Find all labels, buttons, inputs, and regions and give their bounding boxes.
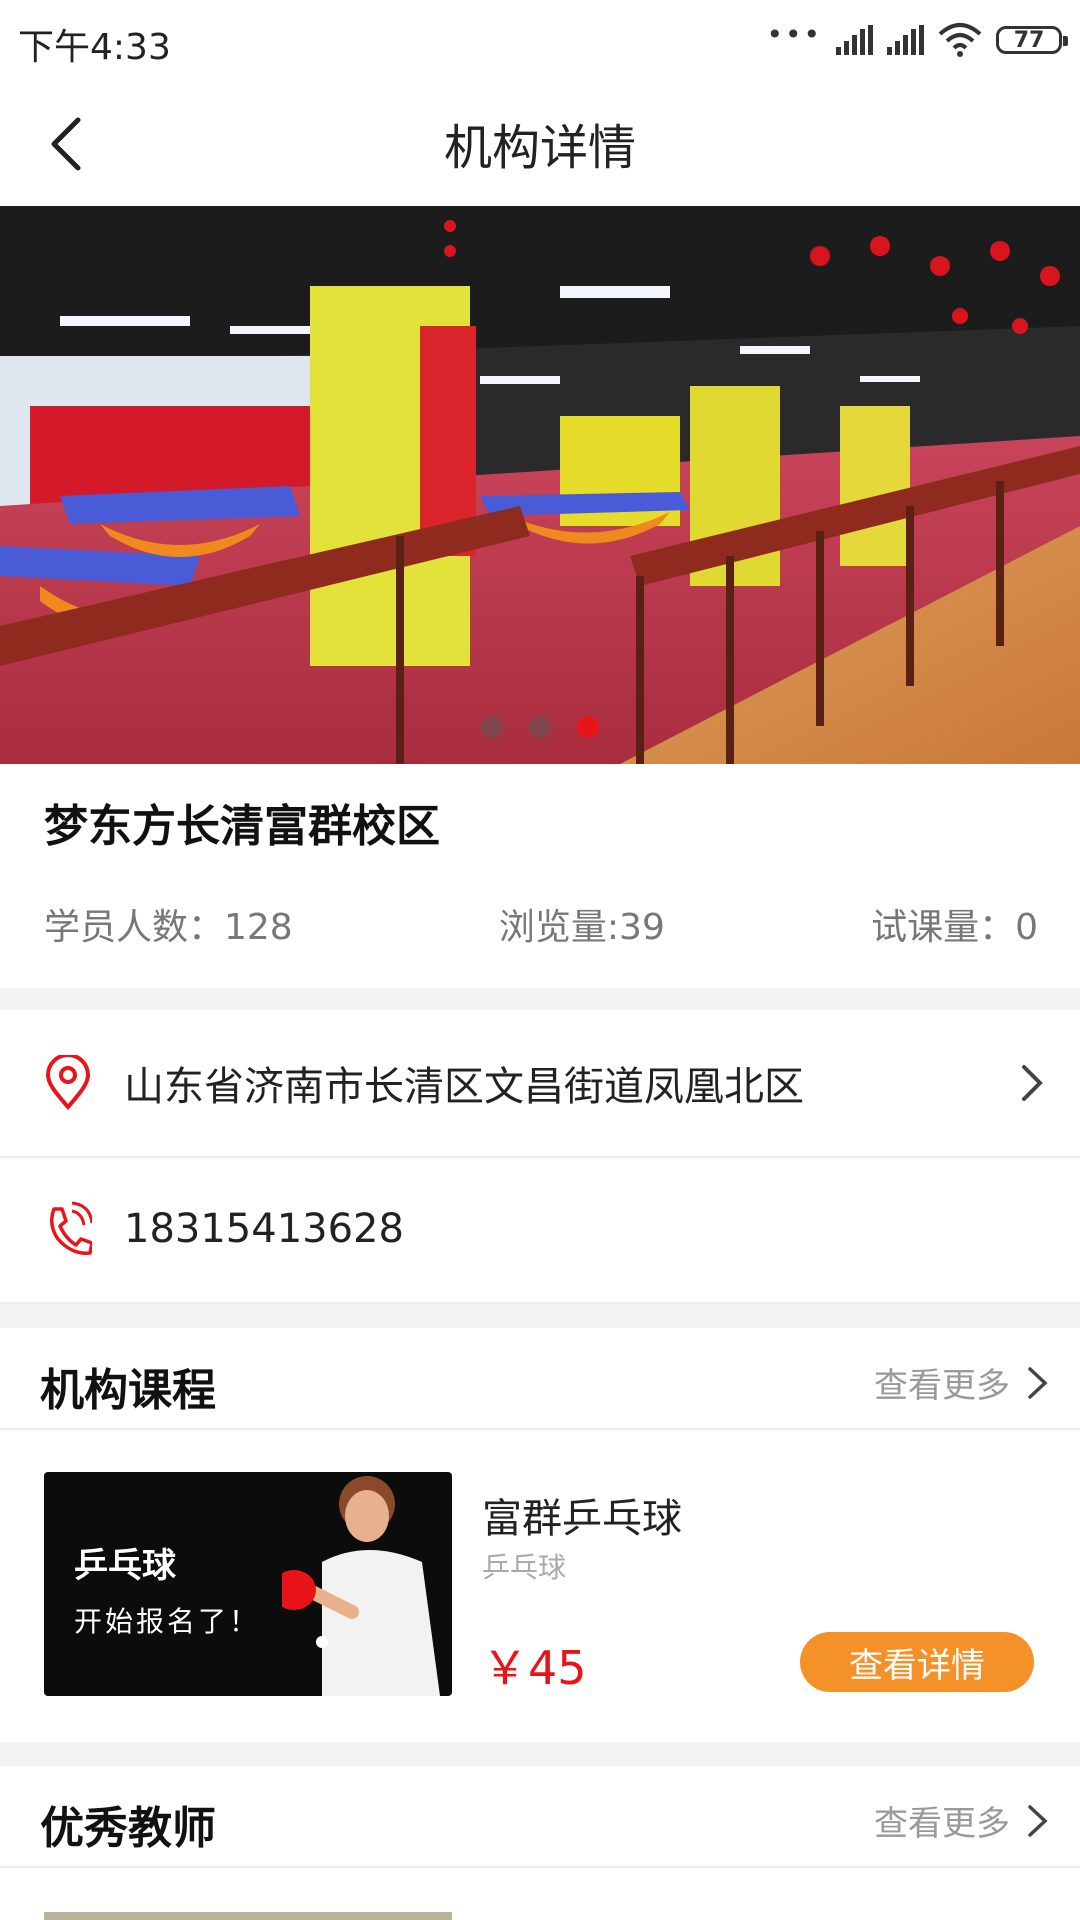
- status-icons: ••• 77: [766, 17, 1068, 62]
- location-pin-icon: [45, 1055, 91, 1111]
- banner-carousel[interactable]: [0, 206, 1080, 764]
- views-count: 浏览量:39: [498, 907, 665, 948]
- signal-icon-2: [887, 25, 924, 55]
- thumbnail-title: 乒乓球: [74, 1546, 176, 1586]
- students-count: 学员人数：128: [44, 907, 293, 948]
- carousel-dot-active[interactable]: [577, 716, 599, 738]
- course-tag: 乒乓球: [482, 1551, 567, 1584]
- teachers-more-link[interactable]: 查看更多: [874, 1796, 1050, 1845]
- chevron-right-icon: [1028, 1804, 1048, 1837]
- battery-icon: 77: [996, 26, 1068, 54]
- section-divider: [0, 988, 1080, 1010]
- address-text: 山东省济南市长清区文昌街道凤凰北区: [124, 1064, 804, 1110]
- courses-section-header: 机构课程 查看更多: [0, 1328, 1080, 1430]
- carousel-dot[interactable]: [529, 716, 551, 738]
- courses-more-label: 查看更多: [874, 1366, 1010, 1406]
- courses-more-link[interactable]: 查看更多: [874, 1358, 1050, 1407]
- chevron-right-icon: [1028, 1366, 1048, 1399]
- more-dots-icon: •••: [766, 17, 822, 51]
- signal-icon: [836, 25, 873, 55]
- player-illustration: [282, 1476, 440, 1696]
- status-time: 下午4:33: [18, 27, 171, 68]
- carousel-dot[interactable]: [481, 716, 503, 738]
- status-bar: 下午4:33 ••• 77: [0, 0, 1080, 80]
- course-name: 富群乒乓球: [482, 1496, 682, 1542]
- view-details-button[interactable]: 查看详情: [800, 1632, 1034, 1692]
- section-divider: [0, 1742, 1080, 1766]
- phone-row[interactable]: 18315413628: [0, 1156, 1080, 1304]
- battery-level: 77: [1013, 27, 1045, 53]
- course-price: ￥45: [482, 1641, 587, 1695]
- phone-icon: [50, 1201, 92, 1255]
- teachers-section-title: 优秀教师: [40, 1803, 216, 1854]
- course-thumbnail: 乒乓球 开始报名了！: [44, 1472, 452, 1696]
- wifi-icon: [938, 23, 982, 57]
- header: 机构详情: [0, 80, 1080, 206]
- institution-name: 梦东方长清富群校区: [44, 801, 440, 852]
- courses-section-title: 机构课程: [40, 1365, 216, 1416]
- chevron-right-icon: [1022, 1065, 1043, 1101]
- teachers-section-header: 优秀教师 查看更多: [0, 1766, 1080, 1868]
- banner-image: [0, 206, 1080, 764]
- course-card[interactable]: 乒乓球 开始报名了！ 富群乒乓球 乒乓球 ￥45 查看详情: [0, 1428, 1080, 1742]
- teachers-more-label: 查看更多: [874, 1804, 1010, 1844]
- institution-stats: 学员人数：128 浏览量:39 试课量：0: [44, 898, 1038, 950]
- page-title: 机构详情: [443, 120, 636, 176]
- thumbnail-subtitle: 开始报名了！: [74, 1605, 261, 1638]
- address-row[interactable]: 山东省济南市长清区文昌街道凤凰北区: [0, 1010, 1080, 1158]
- phone-number: 18315413628: [124, 1206, 404, 1252]
- section-divider: [0, 1304, 1080, 1328]
- teacher-card-edge[interactable]: [44, 1912, 452, 1920]
- back-arrow-icon[interactable]: [44, 116, 92, 172]
- carousel-indicators: [0, 716, 1080, 738]
- trial-count: 试课量：0: [871, 907, 1038, 948]
